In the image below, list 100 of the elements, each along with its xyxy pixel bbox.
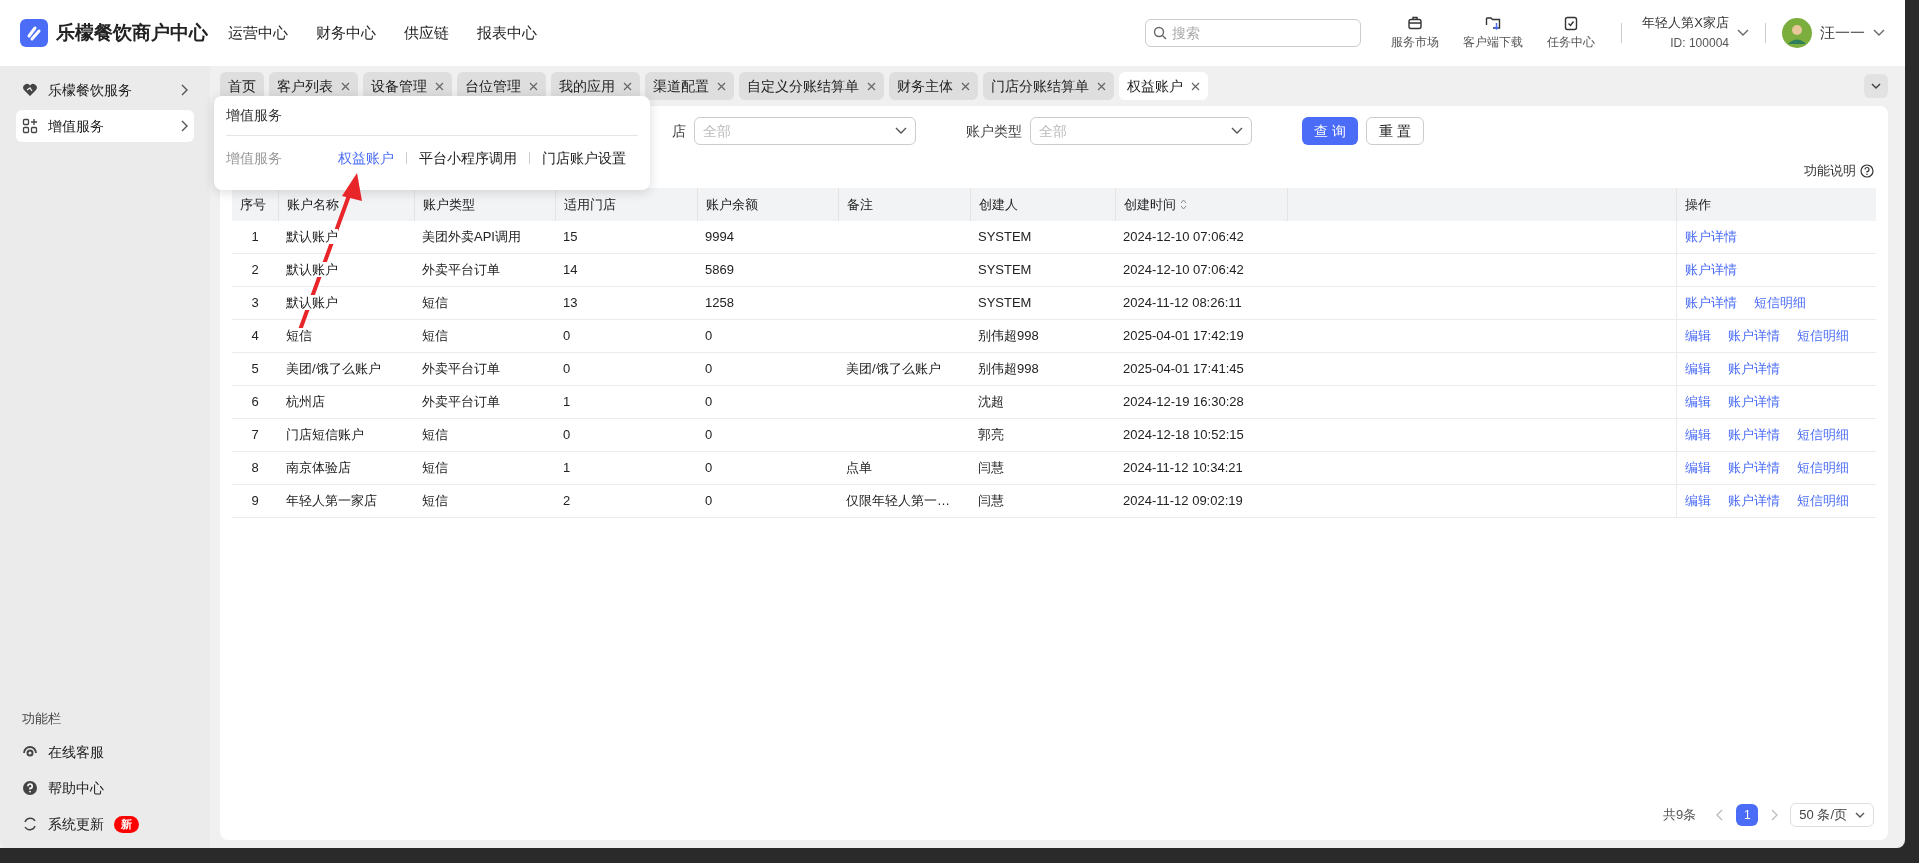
action-link[interactable]: 账户详情 (1728, 392, 1780, 412)
table-cell: 门店短信账户 (286, 427, 364, 443)
menu-link[interactable]: 权益账户 (338, 147, 394, 169)
new-badge: 新 (114, 815, 139, 833)
action-link[interactable]: 短信明细 (1797, 425, 1849, 445)
sidebar-link[interactable]: 帮助中心 (22, 777, 104, 799)
close-icon[interactable] (1097, 81, 1106, 91)
total-count: 共9条 (1663, 806, 1697, 825)
table-cell: 短信 (422, 460, 448, 476)
column-header: 序号 (240, 195, 266, 214)
help-icon (22, 780, 38, 796)
chevron-down-icon (1737, 29, 1749, 37)
table-cell: 美团/饿了么账户 (846, 361, 941, 377)
search-field[interactable]: 搜索 (1145, 19, 1362, 47)
tab[interactable]: 财务主体 (889, 72, 978, 100)
logo-icon (20, 19, 48, 47)
query-button[interactable]: 查 询 (1302, 117, 1358, 145)
menu-link[interactable]: 门店账户设置 (542, 147, 626, 169)
action-link[interactable]: 账户详情 (1685, 260, 1737, 280)
tab[interactable]: 渠道配置 (645, 72, 734, 100)
action-link[interactable]: 账户详情 (1685, 293, 1737, 313)
tab[interactable]: 自定义分账结算单 (739, 72, 884, 100)
action-link[interactable]: 账户详情 (1728, 359, 1780, 379)
toolbar-button[interactable]: 客户端下载 (1457, 15, 1530, 51)
table-cell: 闫慧 (978, 493, 1004, 509)
sidebar-item[interactable]: 乐檬餐饮服务 (16, 74, 194, 106)
close-icon[interactable] (623, 81, 632, 91)
close-icon[interactable] (867, 81, 876, 91)
action-link[interactable]: 账户详情 (1728, 491, 1780, 511)
table-cell: 外卖平台订单 (422, 262, 500, 278)
expand-tabs-button[interactable] (1864, 74, 1888, 98)
chevron-down-icon (1855, 811, 1865, 819)
toolbar-button[interactable]: 服务市场 (1385, 15, 1446, 51)
table-cell: 默认账户 (286, 295, 338, 311)
menu-group-label: 增值服务 (226, 148, 283, 168)
table-cell: 仅限年轻人第一… (846, 493, 950, 509)
action-link[interactable]: 编辑 (1685, 359, 1711, 379)
column-header: 创建时间 (1124, 195, 1176, 214)
action-link[interactable]: 短信明细 (1797, 458, 1849, 478)
nav-link[interactable]: 报表中心 (477, 21, 537, 45)
close-icon[interactable] (961, 81, 970, 91)
action-link[interactable]: 编辑 (1685, 392, 1711, 412)
column-header: 操作 (1685, 195, 1711, 214)
nav-link[interactable]: 运营中心 (228, 21, 288, 45)
table-cell: 默认账户 (286, 262, 338, 278)
column-header: 账户类型 (423, 195, 475, 214)
chevron-down-icon (1231, 127, 1243, 135)
reset-button[interactable]: 重 置 (1365, 117, 1424, 145)
action-link[interactable]: 短信明细 (1797, 491, 1849, 511)
table-cell: 默认账户 (286, 229, 338, 245)
table-cell: 年轻人第一家店 (286, 493, 377, 509)
page-button[interactable]: 1 (1736, 804, 1759, 826)
help-link[interactable]: 功能说明 (1804, 161, 1874, 181)
table-cell: 短信 (422, 295, 448, 311)
close-icon[interactable] (1191, 81, 1200, 91)
action-link[interactable]: 编辑 (1685, 491, 1711, 511)
filter-label: 账户类型 (966, 121, 1022, 141)
user-menu[interactable]: 汪一一 (1782, 18, 1885, 48)
tab[interactable]: 门店分账结算单 (983, 72, 1114, 100)
action-link[interactable]: 短信明细 (1754, 293, 1806, 313)
action-link[interactable]: 编辑 (1685, 326, 1711, 346)
close-icon[interactable] (529, 81, 538, 91)
nav-link[interactable]: 供应链 (404, 21, 449, 45)
column-header: 备注 (847, 195, 873, 214)
toolbar-button[interactable]: 任务中心 (1541, 15, 1602, 51)
sidebar-item[interactable]: 增值服务 (16, 110, 194, 142)
store-selector[interactable]: 年轻人第X家店 ID: 100004 (1642, 13, 1749, 53)
action-link[interactable]: 编辑 (1685, 425, 1711, 445)
action-link[interactable]: 账户详情 (1728, 458, 1780, 478)
page-size-select[interactable]: 50 条/页 (1790, 803, 1874, 827)
action-link[interactable]: 账户详情 (1728, 425, 1780, 445)
table-cell: 美团/饿了么账户 (286, 361, 381, 377)
table-cell: 沈超 (978, 394, 1004, 410)
app-title: 乐檬餐饮商户中心 (56, 20, 208, 45)
refresh-icon (22, 816, 38, 832)
close-icon[interactable] (435, 81, 444, 91)
action-link[interactable]: 编辑 (1685, 458, 1711, 478)
close-icon[interactable] (717, 81, 726, 91)
action-link[interactable]: 账户详情 (1728, 326, 1780, 346)
sidebar-link[interactable]: 在线客服 (22, 741, 104, 763)
table-cell: 短信 (422, 493, 448, 509)
chevron-down-icon (895, 127, 907, 135)
help-icon (1860, 164, 1874, 178)
table-cell: 短信 (422, 427, 448, 443)
nav-link[interactable]: 财务中心 (316, 21, 376, 45)
tab[interactable]: 权益账户 (1119, 72, 1208, 100)
menu-title: 增值服务 (226, 96, 638, 136)
table-cell: 外卖平台订单 (422, 394, 500, 410)
menu-link[interactable]: 平台小程序调用 (419, 147, 517, 169)
column-header: 创建人 (979, 195, 1018, 214)
close-icon[interactable] (341, 81, 350, 91)
sort-icon[interactable] (1180, 199, 1187, 210)
table-cell: 别伟超998 (978, 361, 1039, 377)
column-header: 账户名称 (287, 195, 339, 214)
table-cell: 美团外卖API调用 (422, 229, 521, 245)
action-link[interactable]: 账户详情 (1685, 227, 1737, 247)
action-link[interactable]: 短信明细 (1797, 326, 1849, 346)
sidebar-link[interactable]: 系统更新 (22, 813, 104, 835)
chevron-down-icon (1873, 29, 1885, 37)
table-cell: 南京体验店 (286, 460, 351, 476)
